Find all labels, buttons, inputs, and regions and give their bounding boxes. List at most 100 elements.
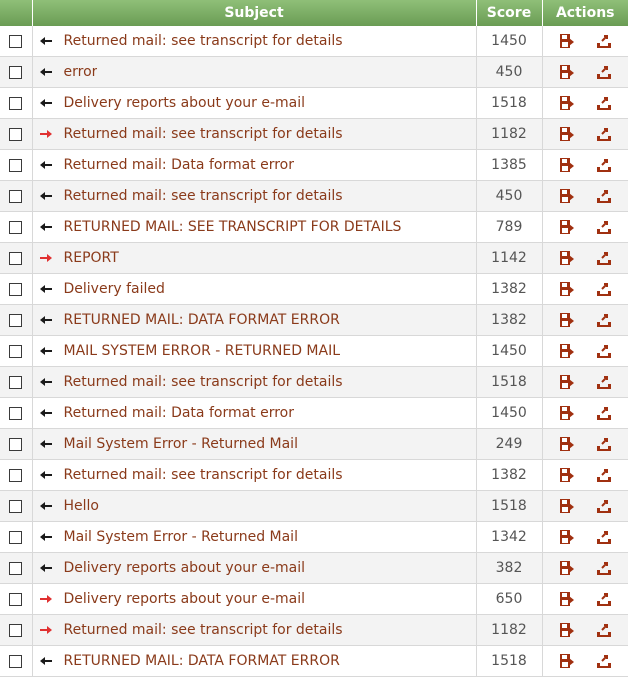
export-icon[interactable] [596,312,612,328]
save-disk-icon[interactable] [559,622,575,638]
save-disk-icon[interactable] [559,498,575,514]
actions-cell [542,366,628,398]
export-icon[interactable] [596,374,612,390]
subject-link[interactable]: Delivery failed [64,281,165,297]
export-icon[interactable] [596,95,612,111]
export-icon[interactable] [596,157,612,173]
subject-link[interactable]: RETURNED MAIL: DATA FORMAT ERROR [64,312,340,328]
save-disk-icon[interactable] [559,95,575,111]
row-check-cell [0,87,33,119]
row-checkbox[interactable] [9,220,23,234]
arrow-left-icon [39,471,52,479]
row-checkbox[interactable] [9,34,23,48]
table-row: MAIL SYSTEM ERROR - RETURNED MAIL 1450 [0,335,628,367]
save-disk-icon[interactable] [559,33,575,49]
export-icon[interactable] [596,343,612,359]
subject-link[interactable]: Hello [64,498,100,514]
subject-link[interactable]: Delivery reports about your e-mail [64,591,306,607]
save-disk-icon[interactable] [559,405,575,421]
row-checkbox[interactable] [9,375,23,389]
row-checkbox[interactable] [9,561,23,575]
export-icon[interactable] [596,250,612,266]
export-icon[interactable] [596,498,612,514]
export-icon[interactable] [596,653,612,669]
table-row: Delivery reports about your e-mail 650 [0,583,628,615]
table-header-row: Subject Score Actions [0,0,628,26]
row-check-cell [0,335,33,367]
row-checkbox[interactable] [9,282,23,296]
save-disk-icon[interactable] [559,374,575,390]
subject-link[interactable]: REPORT [64,250,119,266]
save-disk-icon[interactable] [559,188,575,204]
subject-link[interactable]: Mail System Error - Returned Mail [64,529,298,545]
save-disk-icon[interactable] [559,281,575,297]
export-icon[interactable] [596,188,612,204]
subject-link[interactable]: Returned mail: see transcript for detail… [64,188,343,204]
arrow-left-icon [39,409,52,417]
row-checkbox[interactable] [9,530,23,544]
export-icon[interactable] [596,467,612,483]
export-icon[interactable] [596,436,612,452]
export-icon[interactable] [596,126,612,142]
actions-cell [542,521,628,553]
subject-link[interactable]: Returned mail: Data format error [64,157,295,173]
export-icon[interactable] [596,622,612,638]
score-cell: 1342 [476,521,543,553]
row-checkbox[interactable] [9,344,23,358]
subject-link[interactable]: Delivery reports about your e-mail [64,95,306,111]
save-disk-icon[interactable] [559,436,575,452]
export-icon[interactable] [596,281,612,297]
row-checkbox[interactable] [9,313,23,327]
export-icon[interactable] [596,591,612,607]
row-checkbox[interactable] [9,499,23,513]
save-disk-icon[interactable] [559,591,575,607]
save-disk-icon[interactable] [559,467,575,483]
table-row: error 450 [0,56,628,88]
subject-link[interactable]: Mail System Error - Returned Mail [64,436,298,452]
export-icon[interactable] [596,529,612,545]
subject-link[interactable]: MAIL SYSTEM ERROR - RETURNED MAIL [64,343,341,359]
row-checkbox[interactable] [9,96,23,110]
save-disk-icon[interactable] [559,529,575,545]
subject-link[interactable]: Returned mail: see transcript for detail… [64,33,343,49]
save-disk-icon[interactable] [559,157,575,173]
header-subject[interactable]: Subject [32,0,477,26]
save-disk-icon[interactable] [559,64,575,80]
subject-link[interactable]: Returned mail: see transcript for detail… [64,622,343,638]
row-checkbox[interactable] [9,158,23,172]
subject-link[interactable]: error [64,64,98,80]
subject-link[interactable]: Returned mail: see transcript for detail… [64,374,343,390]
row-checkbox[interactable] [9,654,23,668]
export-icon[interactable] [596,64,612,80]
save-disk-icon[interactable] [559,343,575,359]
row-checkbox[interactable] [9,437,23,451]
save-disk-icon[interactable] [559,250,575,266]
save-disk-icon[interactable] [559,312,575,328]
subject-link[interactable]: RETURNED MAIL: SEE TRANSCRIPT FOR DETAIL… [64,219,402,235]
subject-link[interactable]: Delivery reports about your e-mail [64,560,306,576]
save-disk-icon[interactable] [559,653,575,669]
subject-cell: RETURNED MAIL: DATA FORMAT ERROR [32,304,477,336]
row-check-cell [0,180,33,212]
row-checkbox[interactable] [9,127,23,141]
save-disk-icon[interactable] [559,560,575,576]
row-checkbox[interactable] [9,65,23,79]
export-icon[interactable] [596,405,612,421]
save-disk-icon[interactable] [559,219,575,235]
subject-link[interactable]: RETURNED MAIL: DATA FORMAT ERROR [64,653,340,669]
row-checkbox[interactable] [9,189,23,203]
row-checkbox[interactable] [9,406,23,420]
export-icon[interactable] [596,219,612,235]
row-checkbox[interactable] [9,623,23,637]
subject-link[interactable]: Returned mail: Data format error [64,405,295,421]
subject-link[interactable]: Returned mail: see transcript for detail… [64,126,343,142]
save-disk-icon[interactable] [559,126,575,142]
row-checkbox[interactable] [9,468,23,482]
subject-link[interactable]: Returned mail: see transcript for detail… [64,467,343,483]
row-checkbox[interactable] [9,592,23,606]
row-checkbox[interactable] [9,251,23,265]
export-icon[interactable] [596,33,612,49]
row-check-cell [0,149,33,181]
export-icon[interactable] [596,560,612,576]
header-score[interactable]: Score [476,0,543,26]
